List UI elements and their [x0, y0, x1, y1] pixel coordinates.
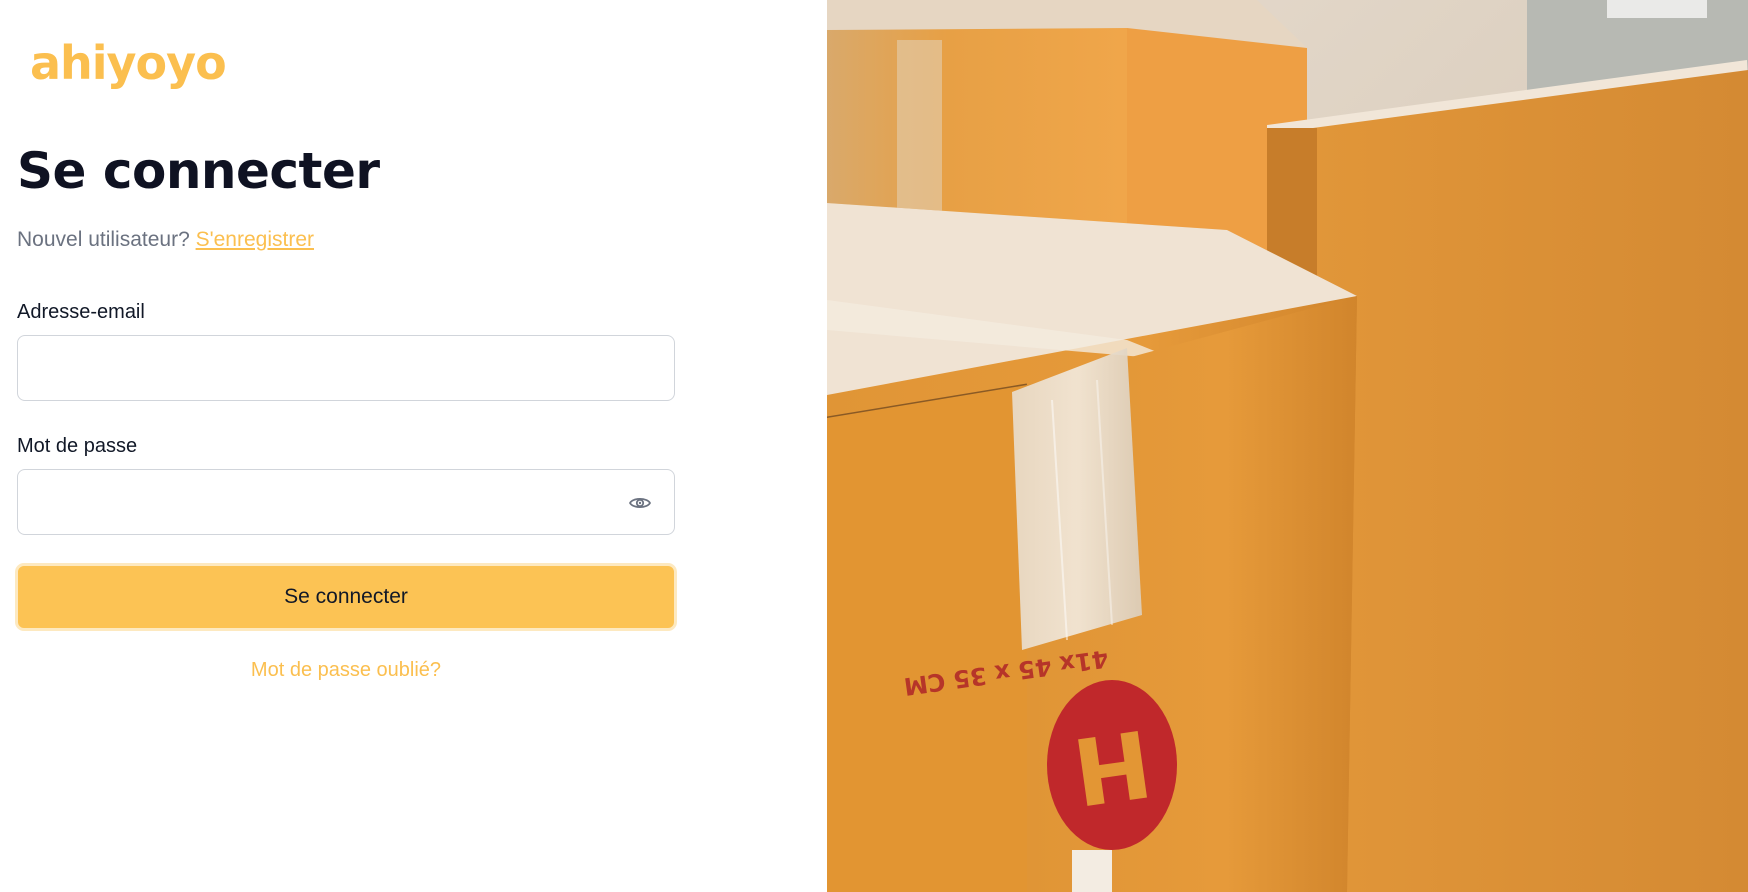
cardboard-boxes-photo: 41x 45 x 35 CM H — [827, 0, 1748, 892]
email-field-container — [17, 335, 675, 401]
box-logo-letter: H — [1067, 708, 1158, 825]
email-label: Adresse-email — [17, 301, 145, 323]
email-field[interactable] — [18, 336, 674, 400]
register-link[interactable]: S'enregistrer — [196, 228, 314, 251]
password-field[interactable] — [18, 470, 674, 534]
signup-prompt-text: Nouvel utilisateur? — [17, 228, 196, 251]
signup-prompt: Nouvel utilisateur? S'enregistrer — [17, 228, 314, 252]
password-field-container — [17, 469, 675, 535]
login-panel: ahiyoyo Se connecter Nouvel utilisateur?… — [0, 0, 827, 892]
hero-image: 41x 45 x 35 CM H — [827, 0, 1748, 892]
password-label: Mot de passe — [17, 435, 138, 457]
eye-icon[interactable] — [628, 491, 652, 515]
page-title: Se connecter — [17, 142, 380, 200]
brand-logo[interactable]: ahiyoyo — [30, 36, 227, 90]
login-button[interactable]: Se connecter — [15, 563, 677, 631]
forgot-password-link[interactable]: Mot de passe oublié? — [17, 659, 675, 682]
